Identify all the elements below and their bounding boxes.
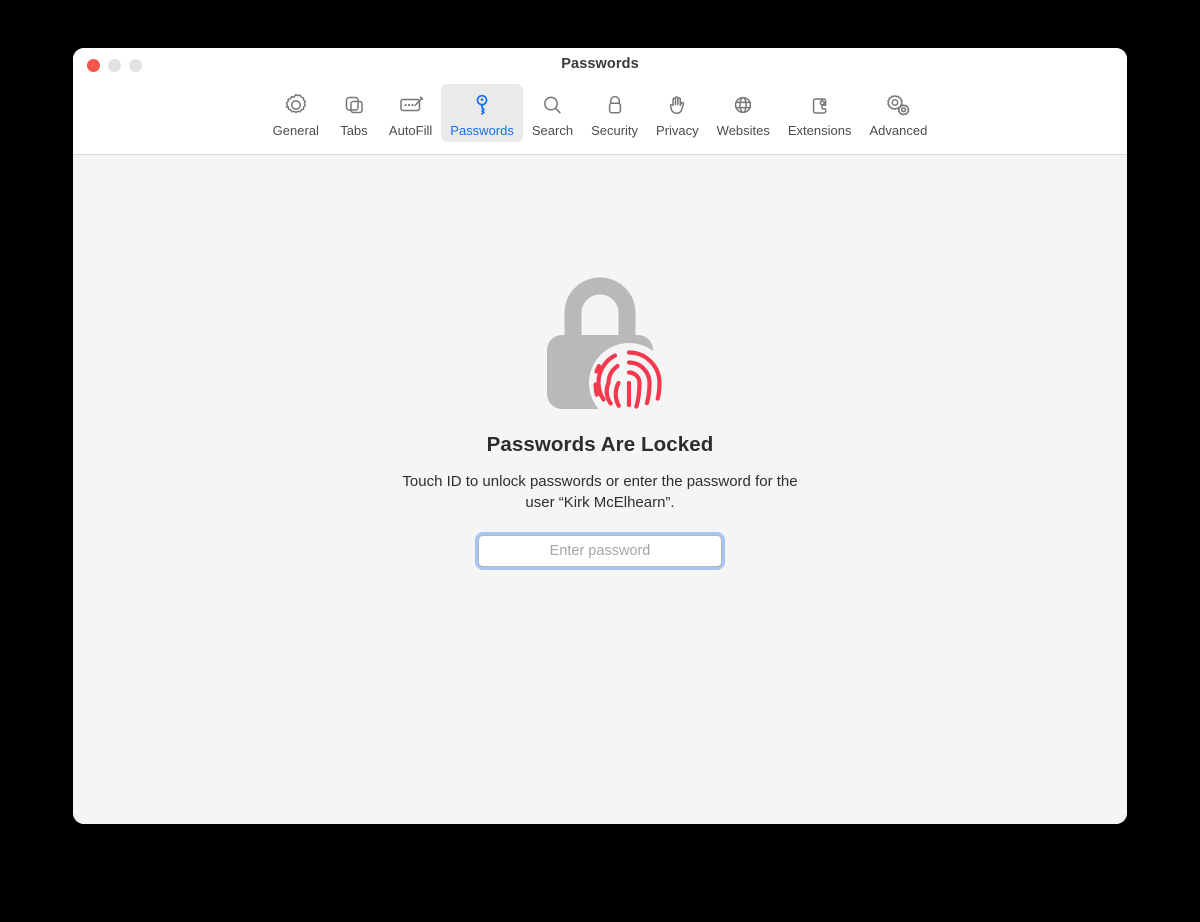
tab-tabs[interactable]: Tabs — [328, 84, 380, 142]
passwords-locked-pane: Passwords Are Locked Touch ID to unlock … — [73, 155, 1127, 824]
tab-extensions-label: Extensions — [787, 123, 852, 138]
lock-with-fingerprint-icon — [525, 267, 675, 423]
tab-security-label: Security — [591, 123, 639, 138]
gear-icon — [282, 89, 310, 121]
tab-general-label: General — [272, 123, 319, 138]
lock-icon — [601, 89, 629, 121]
tab-search[interactable]: Search — [523, 84, 582, 142]
window-titlebar: Passwords General Tabs AutoFill Password… — [73, 48, 1127, 155]
gears-icon — [883, 89, 913, 121]
tabs-icon — [340, 89, 368, 121]
hand-icon — [663, 89, 691, 121]
preferences-toolbar: General Tabs AutoFill Passwords Search S… — [73, 84, 1127, 142]
password-field-wrapper[interactable] — [478, 535, 722, 567]
page-title: Passwords Are Locked — [486, 433, 714, 456]
tab-tabs-label: Tabs — [340, 123, 368, 138]
preferences-window: Passwords General Tabs AutoFill Password… — [73, 48, 1127, 824]
tab-privacy[interactable]: Privacy — [647, 84, 708, 142]
globe-icon — [729, 89, 757, 121]
password-input[interactable] — [479, 536, 721, 566]
search-icon — [538, 89, 566, 121]
puzzle-icon — [806, 89, 834, 121]
key-icon — [468, 89, 496, 121]
tab-search-label: Search — [531, 123, 574, 138]
tab-general[interactable]: General — [264, 84, 328, 142]
instruction-text: Touch ID to unlock passwords or enter th… — [402, 473, 798, 511]
tab-websites[interactable]: Websites — [708, 84, 779, 142]
window-title: Passwords — [561, 56, 639, 72]
tab-autofill-label: AutoFill — [388, 123, 433, 138]
tab-extensions[interactable]: Extensions — [779, 84, 861, 142]
tab-passwords-label: Passwords — [450, 123, 514, 138]
autofill-icon — [396, 89, 426, 121]
tab-security[interactable]: Security — [582, 84, 647, 142]
tab-advanced-label: Advanced — [869, 123, 928, 138]
tab-privacy-label: Privacy — [656, 123, 699, 138]
tab-autofill[interactable]: AutoFill — [380, 84, 441, 142]
tab-websites-label: Websites — [716, 123, 770, 138]
tab-passwords[interactable]: Passwords — [441, 84, 523, 142]
tab-advanced[interactable]: Advanced — [860, 84, 936, 142]
